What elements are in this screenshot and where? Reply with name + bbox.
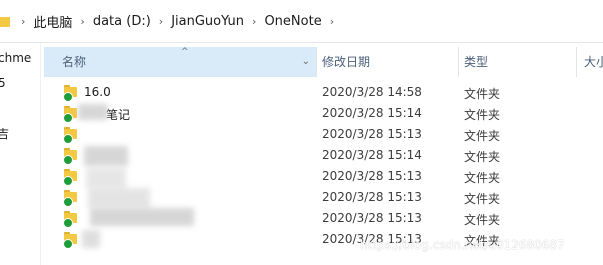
folder-synced-icon (63, 169, 78, 186)
folder-synced-icon (63, 211, 78, 228)
watermark: https://blog.csdn.net/u012680687 (360, 238, 565, 252)
column-header-date-modified[interactable]: 修改日期 (322, 47, 452, 77)
file-date: 2020/3/28 15:14 (322, 148, 422, 162)
breadcrumb-this-pc[interactable]: 此电脑 (32, 12, 73, 31)
file-row[interactable]: 2020/3/28 15:13 文件夹 (44, 124, 603, 145)
breadcrumb-jianguoyun[interactable]: JianGuoYun (170, 14, 245, 29)
sort-ascending-icon: ^ (181, 47, 189, 57)
file-type: 文件夹 (464, 150, 501, 164)
redaction-mosaic (88, 188, 150, 208)
column-divider[interactable] (458, 47, 459, 77)
nav-item[interactable]: 吉 (0, 125, 9, 142)
folder-synced-icon (63, 127, 78, 144)
chevron-right-icon[interactable]: › (330, 15, 334, 28)
redaction-mosaic (82, 230, 100, 248)
file-row[interactable]: 笔记 2020/3/28 15:14 文件夹 (44, 103, 603, 124)
address-bar[interactable]: › 此电脑 › data (D:) › JianGuoYun › OneNote… (0, 0, 603, 43)
folder-synced-icon (63, 148, 78, 165)
chevron-right-icon[interactable]: › (159, 15, 163, 28)
breadcrumb-onenote[interactable]: OneNote (263, 14, 322, 29)
file-date: 2020/3/28 15:14 (322, 106, 422, 120)
chevron-down-icon[interactable]: ⌄ (302, 47, 310, 77)
folder-synced-icon (63, 106, 78, 123)
chevron-right-icon[interactable]: › (252, 15, 256, 28)
folder-synced-icon (63, 85, 78, 102)
nav-item[interactable]: 5 (0, 76, 6, 90)
nav-item[interactable]: chme (0, 51, 31, 65)
file-date: 2020/3/28 15:13 (322, 211, 422, 225)
column-header-name[interactable]: 名称 ^ ⌄ (44, 47, 316, 77)
file-date: 2020/3/28 15:13 (322, 190, 422, 204)
column-divider[interactable] (576, 47, 577, 77)
column-divider[interactable] (316, 47, 317, 77)
file-row[interactable]: 16.0 2020/3/28 14:58 文件夹 (44, 82, 603, 103)
file-type: 文件夹 (464, 129, 501, 143)
file-row[interactable]: 2020/3/28 15:13 文件夹 (44, 166, 603, 187)
file-name: 16.0 (84, 85, 111, 99)
file-type: 文件夹 (464, 213, 501, 227)
breadcrumb-data-drive[interactable]: data (D:) (92, 14, 152, 29)
folder-icon (0, 14, 10, 28)
redaction-mosaic (84, 146, 128, 166)
folder-synced-icon (63, 190, 78, 207)
file-type: 文件夹 (464, 108, 501, 122)
redaction-mosaic (78, 104, 108, 120)
file-name: 笔记 (106, 108, 131, 122)
navigation-pane: chme 5 吉 (0, 43, 41, 265)
file-date: 2020/3/28 15:13 (322, 127, 422, 141)
file-date: 2020/3/28 15:13 (322, 169, 422, 183)
file-date: 2020/3/28 14:58 (322, 85, 422, 99)
file-type: 文件夹 (464, 87, 501, 101)
redaction-mosaic (86, 168, 126, 188)
redaction-mosaic (90, 208, 194, 226)
file-type: 文件夹 (464, 192, 501, 206)
column-header-row: 名称 ^ ⌄ 修改日期 类型 大小 (44, 47, 603, 77)
folder-synced-icon (63, 232, 78, 249)
chevron-right-icon: › (21, 14, 26, 28)
chevron-right-icon[interactable]: › (80, 15, 84, 28)
file-type: 文件夹 (464, 171, 501, 185)
column-header-size[interactable]: 大小 (584, 47, 603, 77)
column-header-type[interactable]: 类型 (464, 47, 564, 77)
